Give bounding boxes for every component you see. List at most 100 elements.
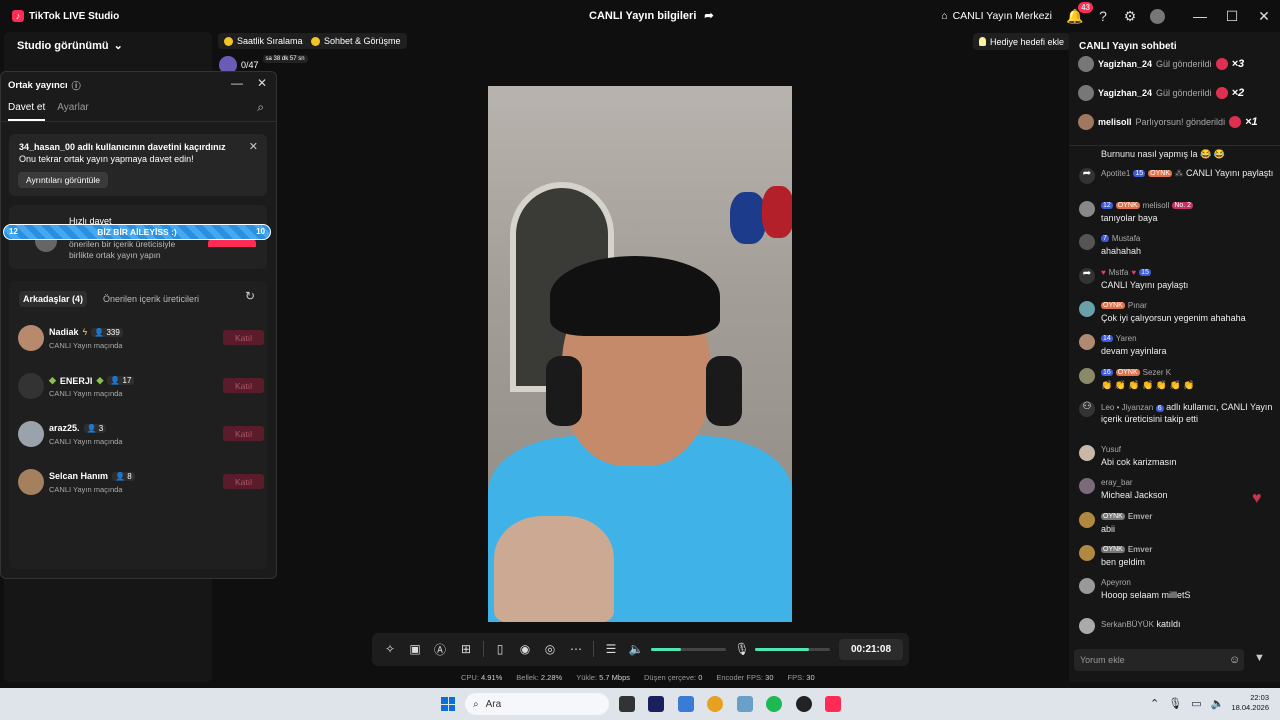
chevron-up-icon[interactable]: ⌃ — [1150, 697, 1159, 710]
share-icon: ➦ — [1079, 168, 1095, 184]
close-icon[interactable]: ✕ — [249, 140, 258, 153]
chat-title: CANLI Yayın sohbeti — [1079, 41, 1177, 52]
panel-minimize-button[interactable]: — — [231, 76, 243, 90]
tab-settings[interactable]: Ayarlar — [57, 102, 89, 121]
app-title: TikTok LIVE Studio — [29, 10, 120, 22]
heart-icon: ♥ — [1252, 490, 1262, 507]
magic-wand-icon[interactable]: ✧ — [382, 641, 398, 657]
avatar — [18, 325, 44, 351]
mail-icon[interactable] — [678, 696, 694, 712]
share-icon: ➦ — [1079, 268, 1095, 284]
emoji-icon[interactable]: ☺ — [1229, 654, 1240, 666]
flame-icon: ϟ — [82, 327, 88, 337]
viewer-count: 👤 8 — [112, 471, 135, 481]
record-icon[interactable]: ◉ — [517, 641, 533, 657]
close-button[interactable]: ✕ — [1248, 8, 1280, 25]
volume-icon[interactable]: 🔈 — [1211, 697, 1225, 710]
shield-icon: ◆ — [49, 375, 56, 385]
chat-meet-chip[interactable]: Sohbet & Görüşme — [305, 33, 407, 49]
mixer-icon[interactable]: ☰ — [603, 641, 619, 657]
add-gift-goal-button[interactable]: Hediye hedefi ekle — [973, 33, 1071, 50]
task-view-icon[interactable] — [619, 696, 635, 712]
team-icon: ⁂ — [1175, 168, 1183, 178]
join-button[interactable]: Katıl — [223, 330, 264, 345]
avatar — [1079, 478, 1095, 494]
friend-row: Selcan Hanım 👤 8 CANLI Yayın maçında Katı… — [18, 469, 264, 497]
start-button[interactable] — [441, 697, 455, 711]
home-icon: ⌂ — [941, 10, 948, 22]
taskbar-search[interactable]: ⌕ Ara — [465, 693, 609, 715]
avatar — [1079, 201, 1095, 217]
layout-icon[interactable]: ▣ — [407, 641, 423, 657]
divider — [1, 121, 276, 122]
avatar — [1079, 368, 1095, 384]
join-button[interactable]: Katıl — [223, 378, 264, 393]
tab-friends[interactable]: Arkadaşlar (4) — [19, 291, 88, 307]
live-center-button[interactable]: ⌂ CANLI Yayın Merkezi — [941, 10, 1052, 22]
quick-invite-button[interactable] — [208, 239, 256, 247]
refresh-icon[interactable]: ↻ — [245, 289, 255, 303]
tab-suggested-creators[interactable]: Önerilen içerik üreticileri — [103, 294, 199, 310]
windows-taskbar: ⌕ Ara ⌃ 🎙 ▭ 🔈 22:03 18.04.2026 — [0, 688, 1280, 720]
live-info-button[interactable]: CANLI Yayın bilgileri ➦ — [589, 9, 714, 23]
ai-icon[interactable]: Ⓐ — [432, 641, 448, 657]
minimize-button[interactable]: — — [1184, 8, 1216, 24]
avatar — [1079, 334, 1095, 350]
microphone-icon[interactable]: 🎙 — [1168, 697, 1182, 710]
camera-preview — [488, 86, 792, 622]
add-source-icon[interactable]: ⊞ — [458, 641, 474, 657]
comment-input[interactable]: Yorum ekle — [1074, 649, 1244, 671]
avatar — [18, 469, 44, 495]
profile-avatar[interactable] — [1148, 7, 1166, 25]
obs-icon[interactable] — [796, 696, 812, 712]
share-icon: ➦ — [704, 10, 714, 22]
rose-icon — [1215, 87, 1228, 99]
friend-row: araz25. 👤 3 CANLI Yayın maçında Katıl — [18, 421, 264, 449]
speaker-icon[interactable]: 🔈 — [628, 641, 644, 657]
more-icon[interactable]: ⋯ — [568, 641, 584, 657]
avatar — [18, 373, 44, 399]
notification-bell-icon[interactable]: 🔔 43 — [1066, 2, 1093, 25]
join-button[interactable]: Katıl — [223, 474, 264, 489]
spotify-icon[interactable] — [766, 696, 782, 712]
mic-slider[interactable] — [755, 648, 830, 651]
app-icon[interactable] — [737, 696, 753, 712]
lightbulb-icon — [979, 37, 986, 46]
chevron-down-icon: ⌄ — [113, 40, 123, 52]
friends-section: Arkadaşlar (4) Önerilen içerik üreticile… — [9, 281, 267, 569]
viewer-count: 👤 339 — [91, 327, 123, 337]
avatar — [1079, 301, 1095, 317]
after-effects-icon[interactable] — [648, 696, 664, 712]
microphone-icon[interactable]: 🎙 — [734, 641, 750, 657]
avatar — [18, 421, 44, 447]
filter-icon[interactable]: ▼ — [1254, 652, 1265, 664]
help-icon[interactable]: ? — [1094, 7, 1112, 25]
clock[interactable]: 22:03 18.04.2026 — [1229, 693, 1269, 713]
studio-view-dropdown[interactable]: Studio görünümü ⌄ — [17, 39, 123, 53]
join-button[interactable]: Katıl — [223, 426, 264, 441]
network-icon[interactable]: ▭ — [1191, 697, 1201, 710]
avatar — [1079, 545, 1095, 561]
system-tray: ⌃ 🎙 ▭ 🔈 — [1150, 697, 1224, 710]
info-icon[interactable]: ⓘ — [72, 79, 81, 92]
live-chat-panel: CANLI Yayın sohbeti Yagizhan_24 Gül gönde… — [1069, 32, 1280, 682]
avatar — [1078, 85, 1094, 101]
chrome-icon[interactable] — [707, 696, 723, 712]
search-icon[interactable]: ⌕ — [257, 100, 264, 115]
volume-slider[interactable] — [651, 648, 726, 651]
viewer-count: 👤 3 — [83, 423, 107, 433]
avatar — [1079, 512, 1095, 528]
sparkle-heart-icon — [1229, 116, 1242, 128]
phone-icon[interactable]: ▯ — [492, 641, 508, 657]
maximize-button[interactable]: ☐ — [1216, 8, 1248, 25]
panel-close-button[interactable]: ✕ — [257, 76, 267, 90]
follow-icon: ⚇ — [1079, 401, 1095, 417]
tiktok-icon[interactable] — [825, 696, 841, 712]
broadcast-icon[interactable]: ◎ — [542, 641, 558, 657]
view-details-button[interactable]: Ayrıntıları görüntüle — [18, 172, 109, 188]
missed-invite-notice: 34_hasan_00 adlı kullanıcının davetini k… — [9, 134, 267, 196]
settings-gear-icon[interactable]: ⚙ — [1121, 7, 1139, 25]
tab-invite[interactable]: Davet et — [8, 102, 46, 121]
hourly-ranking-chip[interactable]: Saatlik Sıralama — [218, 33, 309, 49]
live-timer: 00:21:08 — [839, 639, 903, 660]
